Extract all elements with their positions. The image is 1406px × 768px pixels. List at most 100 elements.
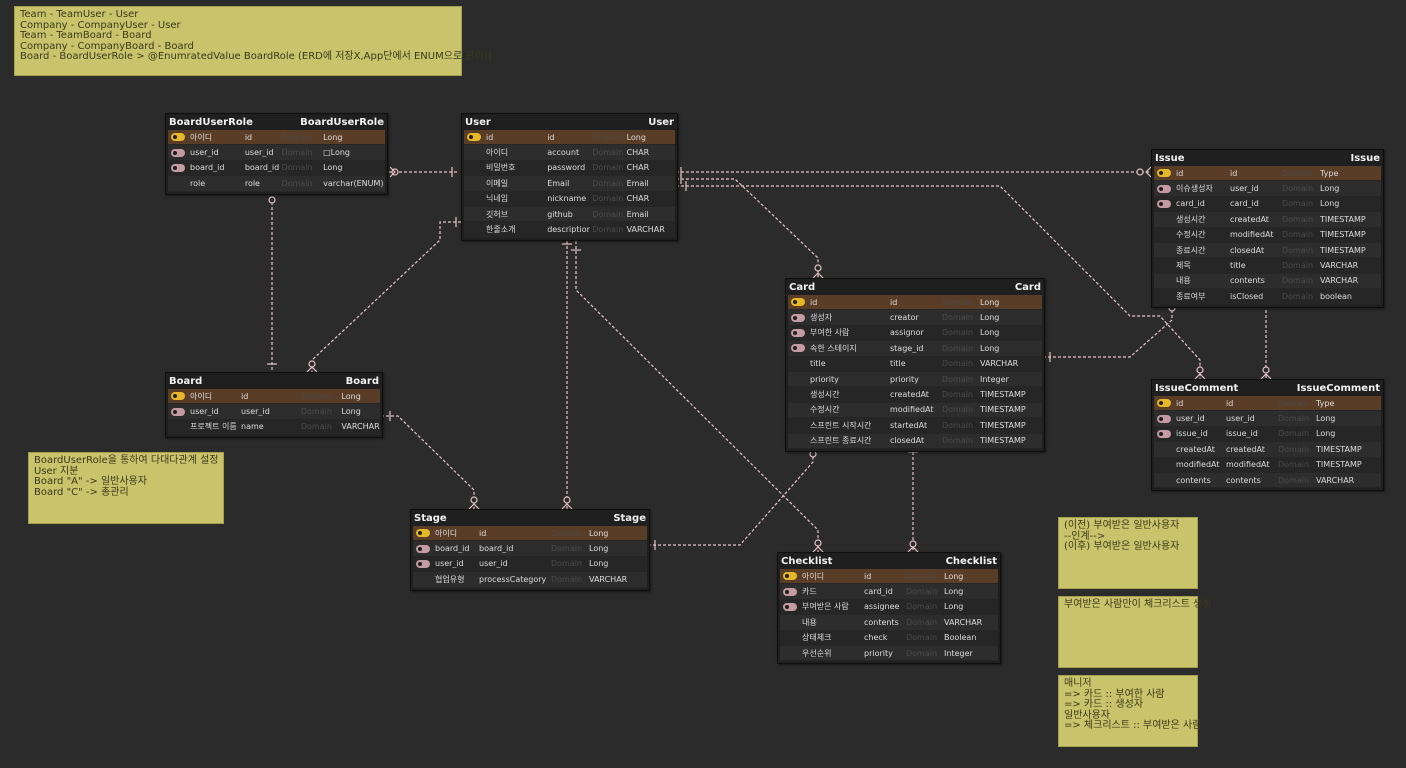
key-cell (788, 328, 808, 337)
column-row[interactable]: issue_id issue_id Domain Long (1154, 426, 1381, 443)
note-handover[interactable]: (이전) 부여받은 일반사용자 --인계--> (이후) 부여받은 일반사용자 (1058, 517, 1198, 589)
note-relations[interactable]: Team - TeamUser - User Company - Company… (14, 6, 492, 76)
column-type: CHAR (626, 194, 650, 204)
column-row[interactable]: 아이디 id Domain Long (168, 389, 380, 405)
column-row[interactable]: 제목 title Domain VARCHAR (1154, 258, 1381, 274)
column-row[interactable]: 종료시간 closedAt Domain TIMESTAMP (1154, 242, 1381, 259)
entity-boarduserrole[interactable]: BoardUserRole BoardUserRole 아이디 id Domain Lon… (165, 113, 388, 195)
column-row[interactable]: board_id board_id Domain Long (413, 541, 647, 557)
entity-stage[interactable]: Stage Stage 아이디 id Domain Long board_id board_i… (410, 509, 650, 591)
entity-header[interactable]: Issue Issue (1152, 150, 1383, 166)
column-row[interactable]: 닉네임 nickname Domain CHAR (464, 191, 675, 207)
column-row[interactable]: user_id user_id Domain Long (413, 556, 647, 573)
column-row[interactable]: 아이디 id Domain Long (413, 526, 647, 542)
entity-header[interactable]: Card Card (786, 279, 1044, 295)
column-physical-name: id (1226, 398, 1234, 408)
column-domain: Domain (1278, 475, 1310, 485)
rel-stage-card[interactable] (648, 447, 814, 546)
column-row[interactable]: 스프린트 종료시간 closedAt Domain TIMESTAMP (788, 433, 1042, 449)
entity-columns: id id Domain Type 이슈생성자 user_id Domain Long card… (1152, 166, 1383, 307)
optional-marker (814, 264, 822, 272)
column-type: Long (1316, 414, 1336, 424)
column-type: CHAR (626, 163, 650, 173)
rel-user-checklist[interactable] (575, 236, 819, 552)
entity-header[interactable]: IssueComment IssueComment (1152, 380, 1383, 396)
column-row[interactable]: id id Domain Type (1154, 396, 1381, 412)
column-row[interactable]: 내용 contents Domain VARCHAR (780, 615, 998, 631)
entity-header[interactable]: User User (462, 114, 677, 130)
note-many-to-many[interactable]: BoardUserRole을 통하여 다대다관계 설정 User 지분 Boar… (28, 452, 224, 524)
note-checklist-rule[interactable]: 부여받은 사람만이 체크리스트 생성 (1058, 596, 1212, 668)
column-row[interactable]: board_id board_id Domain Long (168, 160, 385, 177)
column-row[interactable]: modifiedAt modifiedAt Domain TIMESTAMP (1154, 457, 1381, 473)
foreign-key-icon (416, 544, 430, 553)
entity-header[interactable]: Checklist Checklist (778, 553, 1000, 569)
column-row[interactable]: 부여한 사람 assignor Domain Long (788, 325, 1042, 342)
rel-card-issue[interactable] (1043, 300, 1173, 358)
entity-logical-name: Card (789, 281, 816, 293)
column-type: Long (980, 297, 1000, 307)
column-row[interactable]: 아이디 id Domain Long (780, 569, 998, 585)
key-cell (1154, 184, 1174, 193)
column-row[interactable]: id id Domain Type (1154, 166, 1381, 182)
column-row[interactable]: 이슈생성자 user_id Domain Long (1154, 181, 1381, 197)
note-roles[interactable]: 매니저 => 카드 :: 부여한 사람 => 카드 :: 생성자 일반사용자 =… (1058, 675, 1201, 747)
column-row[interactable]: id id Domain Long (788, 295, 1042, 311)
entity-physical-name: Board (345, 375, 379, 387)
column-row[interactable]: 이메일 Email Domain Email (464, 176, 675, 192)
column-row[interactable]: 종료여부 isClosed Domain boolean (1154, 289, 1381, 305)
column-row[interactable]: 스프린트 시작시간 startedAt Domain TIMESTAMP (788, 418, 1042, 434)
column-row[interactable]: contents contents Domain VARCHAR (1154, 472, 1381, 489)
column-logical-name: 프로젝트 이름 (190, 422, 237, 432)
column-row[interactable]: role role Domain varchar(ENUM) (168, 176, 385, 192)
entity-board[interactable]: Board Board 아이디 id Domain Long user_id user_id D… (165, 372, 383, 439)
column-row[interactable]: 프로젝트 이름 name Domain VARCHAR (168, 419, 380, 436)
column-row[interactable]: 우선순위 priority Domain Integer (780, 645, 998, 662)
rel-user-card[interactable] (676, 178, 819, 278)
column-row[interactable]: 상태체크 check Domain Boolean (780, 630, 998, 646)
column-type: Long (341, 407, 361, 417)
column-row[interactable]: 아이디 account Domain CHAR (464, 145, 675, 161)
column-row[interactable]: 부여받은 사람 assignee Domain Long (780, 599, 998, 616)
column-domain: Domain (906, 617, 938, 627)
column-row[interactable]: 수정시간 modifiedAt Domain TIMESTAMP (1154, 227, 1381, 243)
column-domain: Domain (1282, 261, 1314, 271)
column-row[interactable]: user_id user_id Domain Long (1154, 411, 1381, 427)
column-row[interactable]: 내용 contents Domain VARCHAR (1154, 273, 1381, 290)
entity-card[interactable]: Card Card id id Domain Long 생성자 creator Domain Lo… (785, 278, 1045, 452)
entity-checklist[interactable]: Checklist Checklist 아이디 id Domain Long 카드 card_… (777, 552, 1001, 665)
rel-board-stage[interactable] (381, 415, 475, 509)
column-row[interactable]: 생성자 creator Domain Long (788, 310, 1042, 326)
column-logical-name: board_id (435, 544, 470, 554)
column-row[interactable]: user_id user_id Domain Long (168, 404, 380, 420)
column-row[interactable]: card_id card_id Domain Long (1154, 196, 1381, 213)
column-row[interactable]: 카드 card_id Domain Long (780, 584, 998, 600)
column-type: Long (1320, 184, 1340, 194)
column-domain: Domain (906, 587, 938, 597)
foreign-key-icon (416, 559, 430, 568)
column-row[interactable]: 아이디 id Domain Long (168, 130, 385, 146)
column-row[interactable]: 생성시간 createdAt Domain TIMESTAMP (1154, 212, 1381, 228)
column-row[interactable]: 속한 스테이지 stage_id Domain Long (788, 341, 1042, 357)
column-row[interactable]: priority priority Domain Integer (788, 371, 1042, 388)
entity-user[interactable]: User User id id Domain Long 아이디 account Domain CH… (461, 113, 678, 241)
column-row[interactable]: 한줄소개 description Domain VARCHAR (464, 222, 675, 238)
entity-header[interactable]: Stage Stage (411, 510, 649, 526)
entity-header[interactable]: BoardUserRole BoardUserRole (166, 114, 387, 130)
entity-issue[interactable]: Issue Issue id id Domain Type 이슈생성자 user_id Doma… (1151, 149, 1384, 308)
entity-header[interactable]: Board Board (166, 373, 382, 389)
column-row[interactable]: title title Domain VARCHAR (788, 356, 1042, 372)
entity-issuecomment[interactable]: IssueComment IssueComment id id Domain Type us… (1151, 379, 1384, 492)
column-row[interactable]: 수정시간 modifiedAt Domain TIMESTAMP (788, 402, 1042, 419)
column-row[interactable]: createdAt createdAt Domain TIMESTAMP (1154, 442, 1381, 458)
column-row[interactable]: 생성시간 createdAt Domain TIMESTAMP (788, 387, 1042, 403)
column-type: boolean (1320, 291, 1352, 301)
column-logical-name: role (190, 178, 206, 188)
rel-user-board[interactable] (311, 221, 461, 372)
column-logical-name: modifiedAt (1176, 460, 1220, 470)
column-row[interactable]: 깃허브 github Domain Email (464, 206, 675, 223)
column-row[interactable]: id id Domain Long (464, 130, 675, 146)
column-row[interactable]: user_id user_id Domain □Long (168, 145, 385, 161)
column-row[interactable]: 협업유형 processCategory Domain VARCHAR (413, 572, 647, 588)
column-row[interactable]: 비밀번호 password Domain CHAR (464, 160, 675, 177)
